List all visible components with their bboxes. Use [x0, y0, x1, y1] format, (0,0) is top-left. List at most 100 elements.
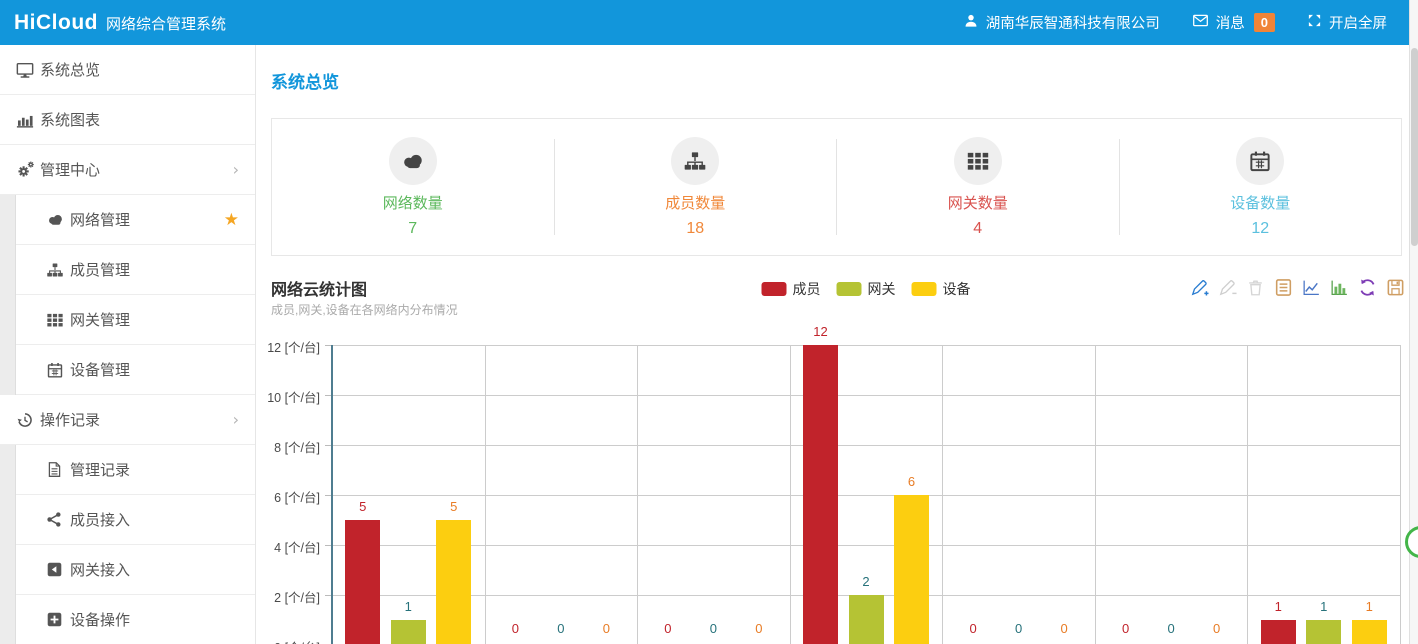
y-axis-line	[331, 345, 333, 644]
bar-value-label: 6	[886, 474, 937, 489]
bar-value-label: 0	[581, 621, 632, 636]
history-icon	[16, 411, 40, 429]
company-account[interactable]: 湖南华辰智通科技有限公司	[963, 12, 1160, 33]
y-axis-label: 10 [个/台]	[256, 387, 320, 406]
legend-swatch	[762, 282, 787, 296]
legend-swatch	[837, 282, 862, 296]
sidebar-item-label: 操作记录	[40, 409, 100, 430]
bar-value-label: 2	[841, 574, 892, 589]
bar-chart-canvas[interactable]: 12 [个/台]10 [个/台]8 [个/台]6 [个/台]4 [个/台]2 […	[256, 318, 1409, 644]
y-axis-label: 4 [个/台]	[256, 537, 320, 556]
chevron-right-icon: ›	[233, 160, 239, 179]
bar-device[interactable]	[894, 495, 929, 644]
sidebar-item-gateway-management[interactable]: 网关管理	[0, 295, 255, 345]
bar-value-label: 0	[1146, 621, 1197, 636]
bar-value-label: 1	[1253, 599, 1304, 614]
sidebar-item-gateway-access[interactable]: 网关接入	[0, 545, 255, 595]
bar-member[interactable]	[345, 520, 380, 644]
sidebar-item-device-management[interactable]: 设备管理	[0, 345, 255, 395]
sidebar-item-management-records[interactable]: 管理记录	[0, 445, 255, 495]
user-icon	[963, 13, 979, 33]
bar-gateway[interactable]	[391, 620, 426, 644]
stat-card-gateways: 网关数量 4	[837, 119, 1119, 255]
legend-label: 设备	[943, 279, 971, 299]
stat-label: 网络数量	[383, 192, 443, 213]
y-axis-label: 0 [个/台]	[256, 637, 320, 644]
gridline-vertical	[1247, 345, 1248, 644]
sidebar-item-label: 系统总览	[40, 59, 100, 80]
stat-card-networks: 网络数量 7	[272, 119, 554, 255]
legend-item-device[interactable]: 设备	[912, 279, 971, 299]
sidebar-item-label: 网关接入	[70, 559, 130, 580]
add-mark-pencil-icon[interactable]	[1189, 277, 1210, 298]
sidebar-item-member-access[interactable]: 成员接入	[0, 495, 255, 545]
brand-logo: HiCloud	[14, 11, 98, 35]
gears-icon	[16, 160, 40, 179]
cloud-icon	[46, 210, 70, 229]
data-view-icon[interactable]	[1273, 277, 1294, 298]
gridline-vertical	[942, 345, 943, 644]
bar-gateway[interactable]	[1306, 620, 1341, 644]
sidebar-item-management-center[interactable]: 管理中心 ›	[0, 145, 255, 195]
chart-title: 网络云统计图	[271, 276, 367, 300]
envelope-icon	[1192, 12, 1209, 33]
fullscreen-label: 开启全屏	[1329, 12, 1387, 33]
legend-label: 网关	[868, 279, 896, 299]
bar-value-label: 0	[1191, 621, 1242, 636]
bar-device[interactable]	[1352, 620, 1387, 644]
bar-gateway[interactable]	[849, 595, 884, 644]
bar-member[interactable]	[1261, 620, 1296, 644]
sidebar-item-member-management[interactable]: 成员管理	[0, 245, 255, 295]
gridline-vertical	[790, 345, 791, 644]
company-name: 湖南华辰智通科技有限公司	[986, 12, 1160, 33]
bar-value-label: 0	[688, 621, 739, 636]
scrollbar-thumb[interactable]	[1411, 48, 1418, 246]
bar-value-label: 0	[535, 621, 586, 636]
bar-chart-type-icon[interactable]	[1329, 277, 1350, 298]
grid-icon	[46, 311, 70, 329]
favorite-star-icon[interactable]: ★	[224, 210, 239, 230]
gridline-horizontal	[332, 445, 1400, 446]
line-chart-type-icon[interactable]	[1301, 277, 1322, 298]
header-right: 湖南华辰智通科技有限公司 消息 0 开启全屏	[963, 12, 1387, 33]
top-header: HiCloud 网络综合管理系统 湖南华辰智通科技有限公司 消息 0 开启全屏	[0, 0, 1409, 45]
save-image-icon[interactable]	[1385, 277, 1406, 298]
bar-value-label: 1	[1344, 599, 1395, 614]
sidebar-item-network-management[interactable]: 网络管理 ★	[0, 195, 255, 245]
caret-left-square-icon	[46, 561, 70, 578]
bar-member[interactable]	[803, 345, 838, 644]
y-axis-label: 12 [个/台]	[256, 337, 320, 356]
bar-device[interactable]	[436, 520, 471, 644]
stat-label: 网关数量	[948, 192, 1008, 213]
messages-button[interactable]: 消息 0	[1192, 12, 1275, 33]
cloud-icon	[389, 137, 437, 185]
messages-label: 消息	[1216, 12, 1245, 33]
sidebar-item-operation-records[interactable]: 操作记录 ›	[0, 395, 255, 445]
legend-item-member[interactable]: 成员	[762, 279, 821, 299]
chart-subtitle: 成员,网关,设备在各网络内分布情况	[271, 301, 458, 318]
refresh-icon[interactable]	[1357, 277, 1378, 298]
undo-mark-pencil-icon[interactable]	[1217, 277, 1238, 298]
sidebar-item-system-overview[interactable]: 系统总览	[0, 45, 255, 95]
clear-mark-trash-icon[interactable]	[1245, 277, 1266, 298]
chart-legend: 成员 网关 设备	[762, 279, 971, 299]
sidebar-item-label: 设备操作	[70, 609, 130, 630]
chevron-right-icon: ›	[233, 410, 239, 429]
fullscreen-button[interactable]: 开启全屏	[1307, 12, 1387, 33]
sidebar-item-device-operations[interactable]: 设备操作	[0, 595, 255, 644]
bar-value-label: 1	[383, 599, 434, 614]
bar-value-label: 12	[795, 324, 846, 339]
stat-value: 4	[973, 220, 982, 238]
gridline-vertical	[485, 345, 486, 644]
legend-swatch	[912, 282, 937, 296]
plus-square-icon	[46, 611, 70, 628]
sidebar-item-system-charts[interactable]: 系统图表	[0, 95, 255, 145]
y-axis-label: 2 [个/台]	[256, 587, 320, 606]
legend-item-gateway[interactable]: 网关	[837, 279, 896, 299]
bar-value-label: 0	[733, 621, 784, 636]
bar-value-label: 5	[428, 499, 479, 514]
sidebar-item-label: 成员管理	[70, 259, 130, 280]
sidebar-item-label: 设备管理	[70, 359, 130, 380]
sidebar-item-label: 管理记录	[70, 459, 130, 480]
share-icon	[46, 511, 70, 528]
